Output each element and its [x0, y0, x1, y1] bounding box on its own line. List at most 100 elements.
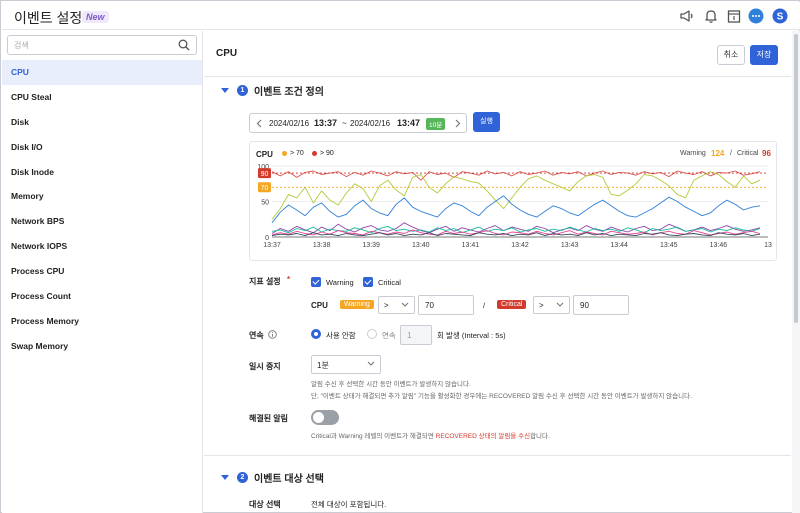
time-range-picker[interactable]: 2024/02/16 13:37 ~ 2024/02/16 13:47 10분 — [249, 113, 467, 133]
megaphone-icon[interactable] — [679, 8, 695, 24]
x-tick-label: 13:46 — [710, 242, 728, 249]
x-tick-label: 13:39 — [362, 242, 380, 249]
y-tick-label: 0 — [265, 235, 269, 242]
sidebar-item-process-memory[interactable]: Process Memory — [2, 309, 202, 334]
critical-tag: Critical — [497, 300, 527, 309]
critical-checkbox[interactable] — [363, 277, 373, 287]
sidebar-item-network-bps[interactable]: Network BPS — [2, 209, 202, 234]
collapse-triangle-icon — [221, 475, 229, 480]
chevron-down-icon — [401, 302, 409, 307]
new-badge: New — [82, 11, 109, 23]
scrollbar[interactable] — [792, 31, 800, 513]
series-line — [271, 171, 761, 220]
end-date: 2024/02/16 — [350, 119, 391, 128]
sidebar-item-cpu[interactable]: CPU — [2, 60, 202, 85]
sidebar-item-process-cpu[interactable]: Process CPU — [2, 259, 202, 284]
sidebar-item-cpu-steal[interactable]: CPU Steal — [2, 85, 202, 110]
divider — [204, 455, 791, 456]
x-tick-label: 13 — [764, 242, 772, 249]
sidebar-item-process-count[interactable]: Process Count — [2, 284, 202, 309]
section-2-header[interactable]: 2 이벤트 대상 선택 — [221, 470, 324, 485]
chat-icon[interactable] — [748, 8, 764, 24]
series-line — [271, 170, 761, 181]
chevron-down-icon — [556, 302, 564, 307]
critical-operator-value: > — [539, 301, 544, 310]
bell-icon[interactable] — [703, 8, 719, 24]
x-tick-label: 13:43 — [561, 242, 579, 249]
start-date: 2024/02/16 — [269, 119, 310, 128]
chevron-down-icon — [367, 361, 375, 366]
resolved-label: 해결된 알림 — [249, 414, 289, 423]
app-window: 이벤트 설정 New S 검색 CPU CPU Steal Disk Disk … — [0, 0, 800, 513]
target-label: 대상 선택 — [249, 500, 281, 509]
pause-value: 1분 — [317, 361, 329, 370]
consecutive-count: 1 — [407, 331, 412, 340]
critical-operator-select[interactable]: > — [533, 296, 570, 314]
sidebar-item-disk[interactable]: Disk — [2, 110, 202, 135]
warning-operator-select[interactable]: > — [378, 296, 415, 314]
warning-tag: Warning — [340, 300, 374, 309]
metric-row-label: CPU — [311, 301, 328, 310]
resolved-help-text: Critical과 Warning 레벨의 이벤트가 해결되면 — [311, 433, 436, 440]
warning-value-input[interactable]: 70 — [418, 295, 474, 315]
section-title: 이벤트 조건 정의 — [254, 87, 324, 98]
step-number: 2 — [237, 472, 248, 483]
consecutive-suffix: 회 발생 (Interval : 5s) — [437, 331, 506, 340]
metric-label: 지표 설정 — [249, 277, 281, 286]
search-icon[interactable] — [178, 39, 190, 51]
calendar-icon[interactable] — [726, 8, 742, 24]
warning-value: 70 — [425, 301, 434, 310]
warning-checkbox-label: Warning — [326, 278, 354, 287]
cpu-chart: CPU > 70 > 90 Warning 124 / Critical 96 … — [249, 141, 777, 261]
x-tick-label: 13:41 — [462, 242, 480, 249]
resolved-toggle[interactable] — [311, 410, 339, 425]
search-input[interactable] — [14, 38, 164, 52]
start-time: 13:37 — [314, 118, 338, 128]
threshold-label: 70 — [261, 185, 269, 192]
info-icon[interactable] — [268, 330, 277, 339]
chevron-left-icon[interactable] — [256, 119, 262, 128]
target-value: 전체 대상이 포함됩니다. — [311, 500, 387, 509]
run-button[interactable]: 실행 — [473, 112, 500, 132]
critical-checkbox-label: Critical — [378, 278, 401, 287]
save-button[interactable]: 저장 — [750, 45, 778, 65]
critical-value: 90 — [580, 301, 589, 310]
sidebar-item-network-iops[interactable]: Network IOPS — [2, 234, 202, 259]
pause-help-1: 알림 수신 후 선택한 시간 동안 이벤트가 발생하지 않습니다. — [311, 381, 471, 388]
user-avatar-icon[interactable]: S — [772, 8, 788, 24]
x-tick-label: 13:37 — [263, 242, 281, 249]
threshold-separator: / — [483, 301, 486, 310]
collapse-triangle-icon — [221, 88, 229, 93]
warning-checkbox[interactable] — [311, 277, 321, 287]
x-tick-label: 13:42 — [511, 242, 529, 249]
sidebar: CPU CPU Steal Disk Disk I/O Disk Inode M… — [2, 31, 203, 513]
section-title: 이벤트 대상 선택 — [254, 474, 324, 485]
critical-value-input[interactable]: 90 — [573, 295, 629, 315]
threshold-label: 90 — [261, 171, 269, 178]
series-line — [271, 195, 761, 224]
scrollbar-thumb[interactable] — [794, 34, 798, 323]
consecutive-count-input[interactable]: 1 — [400, 325, 432, 345]
consecutive-off-radio[interactable] — [311, 329, 321, 339]
x-tick-label: 13:40 — [412, 242, 430, 249]
divider — [204, 76, 791, 77]
consecutive-on-label: 연속 — [382, 331, 396, 340]
sidebar-item-disk-io[interactable]: Disk I/O — [2, 135, 202, 160]
chevron-right-icon[interactable] — [455, 119, 461, 128]
section-1-header[interactable]: 1 이벤트 조건 정의 — [221, 83, 324, 98]
pause-select[interactable]: 1분 — [311, 355, 381, 374]
step-number: 1 — [237, 85, 248, 96]
range-separator: ~ — [342, 119, 347, 128]
sidebar-item-swap-memory[interactable]: Swap Memory — [2, 334, 202, 359]
required-mark: * — [287, 275, 291, 284]
x-tick-label: 13:38 — [313, 242, 331, 249]
cancel-button[interactable]: 취소 — [717, 45, 745, 65]
sidebar-item-memory[interactable]: Memory — [2, 184, 202, 209]
resolved-help-suffix: 합니다. — [530, 433, 550, 440]
sidebar-menu: CPU CPU Steal Disk Disk I/O Disk Inode M… — [2, 60, 202, 359]
consecutive-label: 연속 — [249, 331, 264, 340]
sidebar-item-disk-inode[interactable]: Disk Inode — [2, 160, 202, 185]
x-tick-label: 13:44 — [610, 242, 628, 249]
main-panel: CPU 취소 저장 1 이벤트 조건 정의 2024/02/16 13:37 ~… — [204, 31, 791, 513]
consecutive-on-radio[interactable] — [367, 329, 377, 339]
